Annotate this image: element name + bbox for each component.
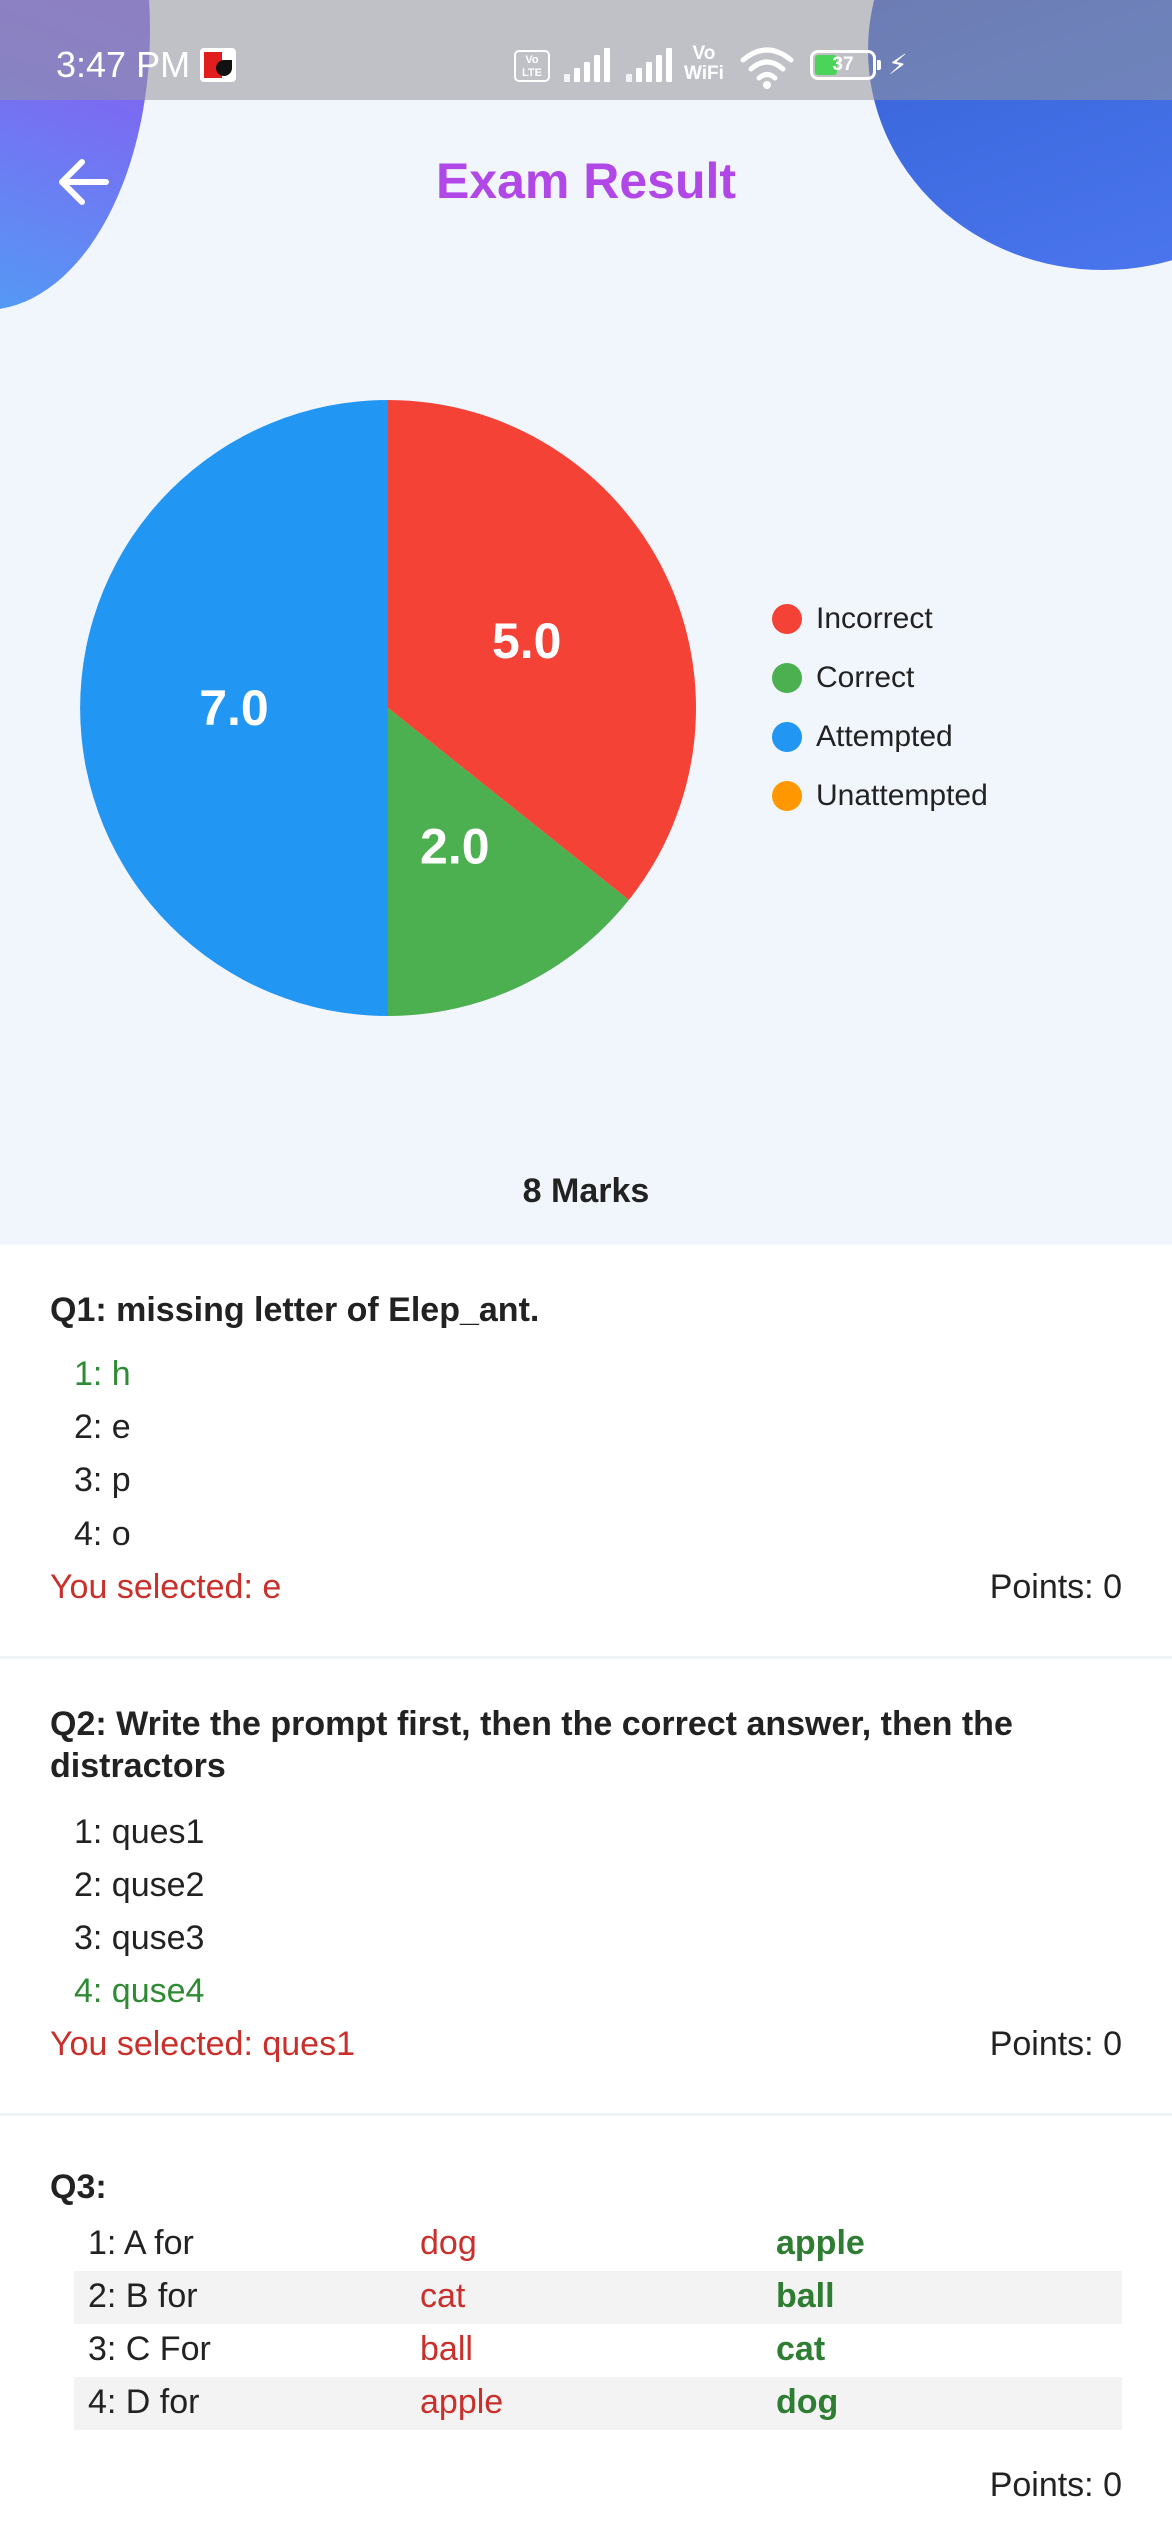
match-selected: cat (420, 2277, 466, 2315)
match-correct: cat (776, 2330, 826, 2368)
match-prompt: 3: C For (88, 2330, 211, 2368)
question-title: Q2: Write the prompt first, then the cor… (50, 1705, 1013, 1785)
pie-value-label-incorrect: 5.0 (492, 613, 562, 669)
status-time: 3:47 PM (56, 44, 191, 85)
pie-chart: 5.0 2.0 7.0 (80, 400, 696, 1016)
question-title: Q3: (50, 2168, 107, 2206)
question-title: Q1: missing letter of Elep_ant. (50, 1291, 540, 1329)
match-row: 1: A for dog apple (74, 2218, 1122, 2271)
match-row: 2: B for cat ball (74, 2271, 1122, 2324)
legend-label-correct: Correct (816, 661, 915, 694)
pie-value-label-correct: 2.0 (420, 819, 490, 875)
legend-dot-unattempted (772, 781, 802, 811)
wifi-icon (740, 47, 794, 89)
match-row: 3: C For ball cat (74, 2324, 1122, 2377)
match-correct: apple (776, 2224, 865, 2262)
legend-label-incorrect: Incorrect (816, 602, 933, 635)
points-label: Points: 0 (989, 1568, 1122, 1606)
match-correct: dog (776, 2383, 839, 2421)
battery-level: 37 (832, 54, 854, 75)
selected-answer: You selected: ques1 (50, 2025, 355, 2063)
marks-summary: 8 Marks (522, 1172, 650, 1210)
legend-dot-correct (772, 663, 802, 693)
charging-bolt-icon: ⚡ (888, 49, 908, 80)
match-row: 4: D for apple dog (74, 2377, 1122, 2430)
match-table: 1: A for dog apple 2: B for cat ball 3: … (74, 2218, 1122, 2430)
match-selected: apple (420, 2383, 504, 2421)
option-4: 4: quse4 (74, 1972, 205, 2010)
option-3: 3: quse3 (74, 1919, 205, 1957)
volte-icon: Vo LTE (514, 50, 550, 82)
signal-icon-1 (564, 48, 616, 82)
question-card-2: Q2: Write the prompt first, then the cor… (0, 1659, 1172, 2114)
match-prompt: 2: B for (88, 2277, 198, 2315)
match-selected: dog (420, 2224, 477, 2262)
battery-icon: 37 (810, 50, 881, 80)
option-1: 1: ques1 (74, 1813, 205, 1851)
selected-answer: You selected: e (50, 1568, 282, 1606)
legend-dot-incorrect (772, 604, 802, 634)
page-title: Exam Result (435, 153, 737, 209)
points-label: Points: 0 (989, 2025, 1122, 2063)
legend-label-attempted: Attempted (816, 720, 953, 753)
option-2: 2: quse2 (74, 1866, 205, 1904)
status-bar: 3:47 PM Vo LTE Vo WiFi 37 ⚡ (0, 0, 1172, 100)
option-3: 3: p (74, 1461, 131, 1499)
option-1: 1: h (74, 1355, 131, 1393)
signal-icon-2 (626, 48, 678, 82)
match-selected: ball (420, 2330, 473, 2368)
match-correct: ball (776, 2277, 835, 2315)
match-prompt: 1: A for (88, 2224, 194, 2262)
option-4: 4: o (74, 1515, 131, 1553)
points-label: Points: 0 (989, 2466, 1122, 2504)
result-header-area: 3:47 PM Vo LTE Vo WiFi 37 ⚡ Exam Result … (0, 0, 1172, 1245)
question-card-1: Q1: missing letter of Elep_ant. 1: h 2: … (0, 1245, 1172, 1657)
match-prompt: 4: D for (88, 2383, 200, 2421)
option-2: 2: e (74, 1408, 131, 1446)
app-notification-icon (200, 48, 236, 82)
vowifi-icon: Vo WiFi (684, 43, 724, 84)
legend-dot-attempted (772, 722, 802, 752)
legend-label-unattempted: Unattempted (816, 779, 988, 812)
pie-value-label-attempted: 7.0 (199, 680, 269, 736)
